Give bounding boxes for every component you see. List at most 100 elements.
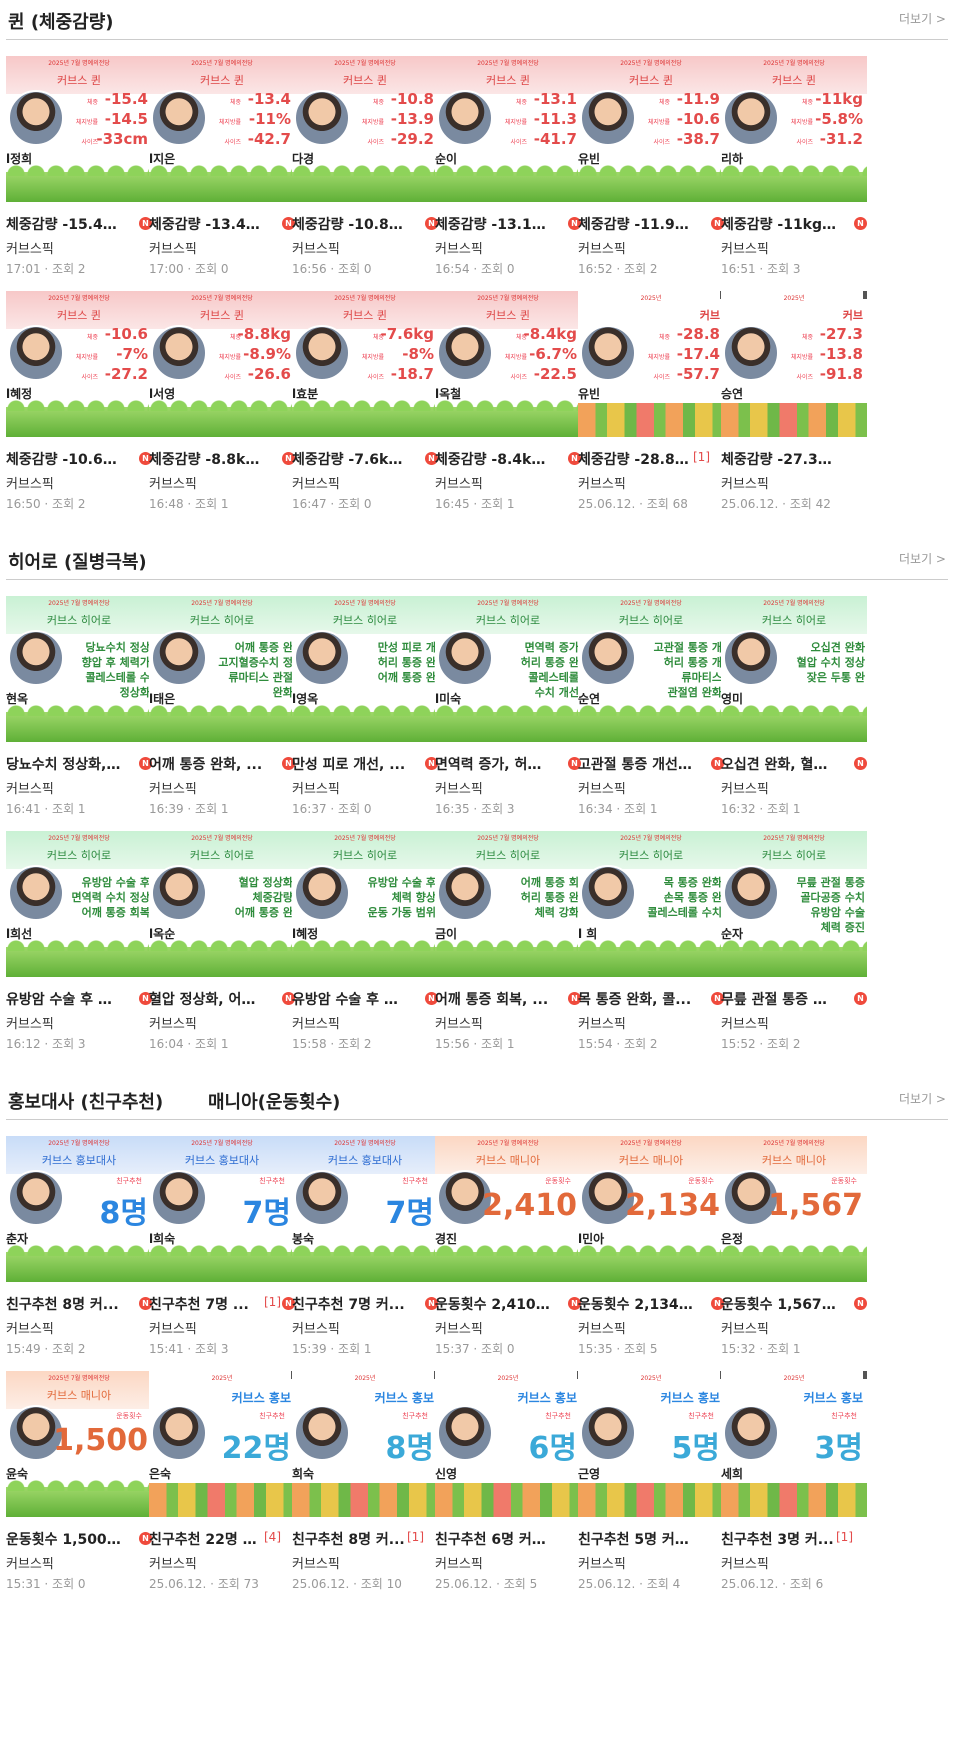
post-title[interactable]: 체중감량 -11.9kg...N <box>578 214 724 234</box>
post-title-text[interactable]: 친구추천 3명 커... <box>721 1529 834 1549</box>
post-title-text[interactable]: 체중감량 -15.4kg... <box>6 214 124 234</box>
post-title[interactable]: 체중감량 -13.4kg...N <box>149 214 295 234</box>
post-card[interactable]: 2025년 7월 명예의전당 커브스 히어로 순자 무릎 관절 통증 골다공증 수치 유방… <box>721 831 867 1063</box>
post-thumbnail[interactable]: 2025년 7월 명예의전당 커브스 히어로 l태은 어깨 통증 완 고지혈증수치 정류… <box>149 596 295 742</box>
post-title[interactable]: 친구추천 5명 커브... <box>578 1529 724 1549</box>
post-thumbnail[interactable]: 2025년 커브스 홍보 세희 친구추천 3명 <box>721 1371 867 1517</box>
post-author[interactable]: 커브스픽 <box>578 778 626 797</box>
post-card[interactable]: 2025년 7월 명예의전당 커브스 히어로 l 희목 통증 완화 손목 통증 완 콜레… <box>578 831 724 1063</box>
post-thumbnail[interactable]: 2025년 7월 명예의전당 커브스 퀸 l서영 체중 -8.8kg 체지방률 -8.9% 사… <box>149 291 295 437</box>
post-thumbnail[interactable]: 2025년 7월 명예의전당 커브스 히어로 l 희목 통증 완화 손목 통증 완 콜레… <box>578 831 724 977</box>
post-author[interactable]: 커브스픽 <box>435 778 483 797</box>
post-thumbnail[interactable]: 2025년 7월 명예의전당 커브스 퀸 l지은 체중 -13.4 체지방률 -11% 사이즈… <box>149 56 295 202</box>
post-thumbnail[interactable]: 2025년 7월 명예의전당 커브스 매니아 은정 운동횟수 1,567 <box>721 1136 867 1282</box>
post-title[interactable]: 목 통증 완화, 콜... N <box>578 989 724 1009</box>
post-author[interactable]: 커브스픽 <box>292 1318 340 1337</box>
post-title-text[interactable]: 운동횟수 1,500회... <box>6 1529 124 1549</box>
post-thumbnail[interactable]: 2025년 7월 명예의전당 커브스 히어로 영미 오십견 완화 혈압 수치 정상 잦은 … <box>721 596 867 742</box>
post-author[interactable]: 커브스픽 <box>578 238 626 257</box>
post-card[interactable]: 2025년 7월 명예의전당 커브스 홍보대사 l희숙 친구추천 7명 친구추천 7명 .… <box>149 1136 295 1368</box>
post-title-text[interactable]: 어깨 통증 회복, ... <box>435 989 548 1009</box>
post-author[interactable]: 커브스픽 <box>578 1013 626 1032</box>
post-title[interactable]: 면역력 증가, 허리... N <box>435 754 581 774</box>
post-title[interactable]: 체중감량 -10.8kg...N <box>292 214 438 234</box>
post-title-text[interactable]: 무릎 관절 통증 개... <box>721 989 839 1009</box>
post-thumbnail[interactable]: 2025년 7월 명예의전당 커브스 매니아 윤숙 운동횟수 1,500 <box>6 1371 152 1517</box>
post-title-text[interactable]: 친구추천 8명 커... <box>6 1294 119 1314</box>
post-author[interactable]: 커브스픽 <box>292 1013 340 1032</box>
post-thumbnail[interactable]: 2025년 7월 명예의전당 커브스 히어로 순연 고관절 통증 개 허리 통증 개 류마… <box>578 596 724 742</box>
post-title-text[interactable]: 만성 피로 개선, ... <box>292 754 405 774</box>
post-card[interactable]: 2025년 커브스 홍보 은숙 친구추천 22명 친구추천 22명 커... [4] 커브스픽… <box>149 1371 295 1603</box>
post-author[interactable]: 커브스픽 <box>721 1318 769 1337</box>
post-title[interactable]: 체중감량 -10.6kg...N <box>6 449 152 469</box>
post-title[interactable]: 당뇨수치 정상화, ... N <box>6 754 152 774</box>
post-card[interactable]: 2025년 커브 승연 체중 -27.3 체지방률 -13.8 사이즈 -91.8 체중감량 -2… <box>721 291 867 523</box>
post-author[interactable]: 커브스픽 <box>292 473 340 492</box>
post-title-text[interactable]: 체중감량 -11.9kg... <box>578 214 696 234</box>
post-title[interactable]: 친구추천 6명 커브... <box>435 1529 581 1549</box>
post-thumbnail[interactable]: 2025년 7월 명예의전당 커브스 퀸 순이 체중 -13.1 체지방률 -11.3 사이즈… <box>435 56 581 202</box>
post-title[interactable]: 체중감량 -11kg ... N <box>721 214 867 234</box>
post-thumbnail[interactable]: 2025년 7월 명예의전당 커브스 히어로 l희선 유방암 수술 후 면역력 수치 정… <box>6 831 152 977</box>
comment-count[interactable]: [1] <box>407 1530 424 1544</box>
post-author[interactable]: 커브스픽 <box>721 473 769 492</box>
comment-count[interactable]: [1] <box>693 450 710 464</box>
post-card[interactable]: 2025년 7월 명예의전당 커브스 히어로 l희선 유방암 수술 후 면역력 수치 정… <box>6 831 152 1063</box>
post-card[interactable]: 2025년 커브스 홍보 세희 친구추천 3명 친구추천 3명 커... [1] 커브스픽 25… <box>721 1371 867 1603</box>
post-card[interactable]: 2025년 7월 명예의전당 커브스 퀸 l효분 체중 -7.6kg 체지방률 -8% 사이즈… <box>292 291 438 523</box>
post-author[interactable]: 커브스픽 <box>578 1318 626 1337</box>
post-card[interactable]: 2025년 7월 명예의전당 커브스 히어로 순연 고관절 통증 개 허리 통증 개 류마… <box>578 596 724 828</box>
post-title[interactable]: 어깨 통증 회복, ... N <box>435 989 581 1009</box>
post-title[interactable]: 혈압 정상화, 어깨... N <box>149 989 295 1009</box>
post-author[interactable]: 커브스픽 <box>578 473 626 492</box>
post-thumbnail[interactable]: 2025년 7월 명예의전당 커브스 히어로 l영옥 만성 피로 개 허리 통증 완 어깨… <box>292 596 438 742</box>
post-thumbnail[interactable]: 2025년 커브 승연 체중 -27.3 체지방률 -13.8 사이즈 -91.8 <box>721 291 867 437</box>
post-title-text[interactable]: 친구추천 7명 커... <box>292 1294 405 1314</box>
post-author[interactable]: 커브스픽 <box>435 1318 483 1337</box>
post-author[interactable]: 커브스픽 <box>149 1553 197 1572</box>
post-author[interactable]: 커브스픽 <box>435 473 483 492</box>
post-thumbnail[interactable]: 2025년 7월 명예의전당 커브스 홍보대사 춘자 친구추천 8명 <box>6 1136 152 1282</box>
section-title-secondary[interactable]: 매니아(운동횟수) <box>208 1088 340 1114</box>
post-card[interactable]: 2025년 7월 명예의전당 커브스 매니아 은정 운동횟수 1,567 운동횟수 1,5… <box>721 1136 867 1368</box>
post-thumbnail[interactable]: 2025년 7월 명예의전당 커브스 히어로 순자 무릎 관절 통증 골다공증 수치 유방… <box>721 831 867 977</box>
post-title-text[interactable]: 친구추천 8명 커... <box>292 1529 405 1549</box>
post-author[interactable]: 커브스픽 <box>435 1013 483 1032</box>
post-thumbnail[interactable]: 2025년 7월 명예의전당 커브스 퀸 l혜정 체중 -10.6 체지방률 -7% 사이즈 -… <box>6 291 152 437</box>
post-thumbnail[interactable]: 2025년 7월 명예의전당 커브스 홍보대사 l희숙 친구추천 7명 <box>149 1136 295 1282</box>
post-author[interactable]: 커브스픽 <box>292 1553 340 1572</box>
post-thumbnail[interactable]: 2025년 7월 명예의전당 커브스 히어로 금이 어깨 통증 회 허리 통증 완 체력 … <box>435 831 581 977</box>
post-title-text[interactable]: 체중감량 -13.1kg... <box>435 214 553 234</box>
post-title[interactable]: 체중감량 -7.6kg ... N <box>292 449 438 469</box>
post-card[interactable]: 2025년 7월 명예의전당 커브스 홍보대사 봉숙 친구추천 7명친구추천 7명 커.… <box>292 1136 438 1368</box>
post-title[interactable]: 운동횟수 2,410회... N <box>435 1294 581 1314</box>
post-title[interactable]: 체중감량 -15.4kg...N <box>6 214 152 234</box>
post-title[interactable]: 친구추천 8명 커... [1] <box>292 1529 438 1549</box>
post-card[interactable]: 2025년 커브스 홍보 희숙 친구추천 8명 친구추천 8명 커... [1] 커브스픽 25… <box>292 1371 438 1603</box>
post-title-text[interactable]: 유방암 수술 후 극... <box>6 989 124 1009</box>
post-card[interactable]: 2025년 7월 명예의전당 커브스 퀸 l혜정 체중 -10.6 체지방률 -7% 사이즈 -… <box>6 291 152 523</box>
post-card[interactable]: 2025년 7월 명예의전당 커브스 퀸 유빈 체중 -11.9 체지방률 -10.6 사이즈… <box>578 56 724 288</box>
post-card[interactable]: 2025년 7월 명예의전당 커브스 히어로 l옥순 혈압 정상화 체중감량 어깨 통증 … <box>149 831 295 1063</box>
post-author[interactable]: 커브스픽 <box>721 1553 769 1572</box>
post-title-text[interactable]: 유방암 수술 후 체... <box>292 989 410 1009</box>
comment-count[interactable]: [1] <box>836 1530 853 1544</box>
post-thumbnail[interactable]: 2025년 커브스 홍보 희숙 친구추천 8명 <box>292 1371 438 1517</box>
post-author[interactable]: 커브스픽 <box>721 778 769 797</box>
post-card[interactable]: 2025년 7월 명예의전당 커브스 퀸 다경 체중 -10.8 체지방률 -13.9 사이즈… <box>292 56 438 288</box>
post-card[interactable]: 2025년 7월 명예의전당 커브스 매니아 경진 운동횟수 2,410 운동횟수 2,4… <box>435 1136 581 1368</box>
post-title-text[interactable]: 체중감량 -10.8kg... <box>292 214 410 234</box>
post-author[interactable]: 커브스픽 <box>292 238 340 257</box>
post-title-text[interactable]: 운동횟수 1,567회... <box>721 1294 839 1314</box>
post-title[interactable]: 고관절 통증 개선,... N <box>578 754 724 774</box>
post-thumbnail[interactable]: 2025년 커브스 홍보 근영 친구추천 5명 <box>578 1371 724 1517</box>
post-title[interactable]: 친구추천 22명 커... [4] <box>149 1529 295 1549</box>
post-card[interactable]: 2025년 7월 명예의전당 커브스 히어로 l영옥 만성 피로 개 허리 통증 완 어깨… <box>292 596 438 828</box>
post-author[interactable]: 커브스픽 <box>435 238 483 257</box>
post-title-text[interactable]: 오십견 완화, 혈압... <box>721 754 839 774</box>
post-title-text[interactable]: 체중감량 -10.6kg... <box>6 449 124 469</box>
post-thumbnail[interactable]: 2025년 7월 명예의전당 커브스 홍보대사 봉숙 친구추천 7명 <box>292 1136 438 1282</box>
post-thumbnail[interactable]: 2025년 커브 유빈 체중 -28.8 체지방률 -17.4 사이즈 -57.7 <box>578 291 724 437</box>
post-thumbnail[interactable]: 2025년 7월 명예의전당 커브스 히어로 현옥 당뇨수치 정상 향압 후 체력가 콜레… <box>6 596 152 742</box>
